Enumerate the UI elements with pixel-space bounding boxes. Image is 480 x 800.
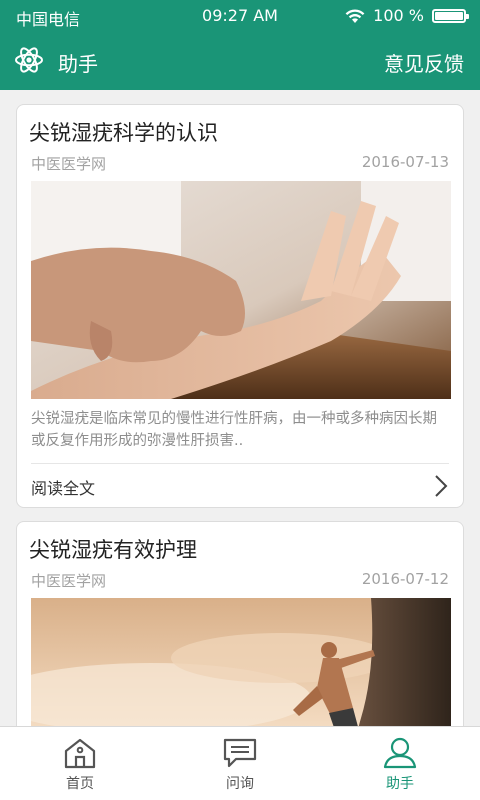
tab-assistant[interactable]: 助手: [320, 727, 480, 800]
nav-bar: 助手 意见反馈: [0, 32, 480, 90]
divider: [31, 463, 449, 464]
tab-label: 首页: [66, 776, 94, 792]
chevron-right-icon[interactable]: [433, 473, 449, 499]
feedback-button[interactable]: 意见反馈: [384, 48, 464, 77]
tab-label: 助手: [386, 776, 414, 792]
article-date: 2016-07-13: [361, 153, 449, 171]
page-title: 助手: [58, 52, 98, 76]
article-title[interactable]: 尖锐湿疣有效护理: [29, 534, 197, 564]
tab-home[interactable]: 首页: [0, 727, 160, 800]
tab-bar: 首页 问询 助手: [0, 726, 480, 800]
chat-icon: [223, 738, 257, 768]
wifi-icon: [345, 9, 365, 23]
article-feed[interactable]: 尖锐湿疣科学的认识 中医医学网 2016-07-13 尖锐湿疣是临床常见的慢性进…: [0, 90, 480, 726]
battery-icon: [432, 8, 469, 23]
battery-percent: 100 %: [373, 6, 424, 25]
article-card[interactable]: 尖锐湿疣科学的认识 中医医学网 2016-07-13 尖锐湿疣是临床常见的慢性进…: [16, 104, 464, 508]
article-image[interactable]: [31, 598, 451, 726]
status-bar: 中国电信 09:27 AM 100 %: [0, 0, 480, 32]
top-bar: 中国电信 09:27 AM 100 % 助手 意见反馈: [0, 0, 480, 90]
article-source: 中医医学网: [31, 155, 107, 173]
tab-label: 问询: [226, 776, 254, 792]
article-summary: 尖锐湿疣是临床常见的慢性进行性肝病，由一种或多种病因长期或反复作用形成的弥漫性肝…: [31, 411, 437, 449]
battery-level: [435, 11, 463, 20]
atom-icon[interactable]: [14, 45, 44, 75]
article-title[interactable]: 尖锐湿疣科学的认识: [29, 117, 218, 147]
status-indicators: 100 %: [345, 6, 469, 25]
article-date: 2016-07-12: [361, 570, 449, 588]
article-image[interactable]: [31, 181, 451, 399]
article-source: 中医医学网: [31, 572, 107, 590]
read-more-link[interactable]: 阅读全文: [31, 475, 95, 499]
article-card[interactable]: 尖锐湿疣有效护理 中医医学网 2016-07-12: [16, 521, 464, 726]
user-icon: [383, 737, 417, 769]
home-icon: [64, 738, 96, 769]
tab-inquiry[interactable]: 问询: [160, 727, 320, 800]
